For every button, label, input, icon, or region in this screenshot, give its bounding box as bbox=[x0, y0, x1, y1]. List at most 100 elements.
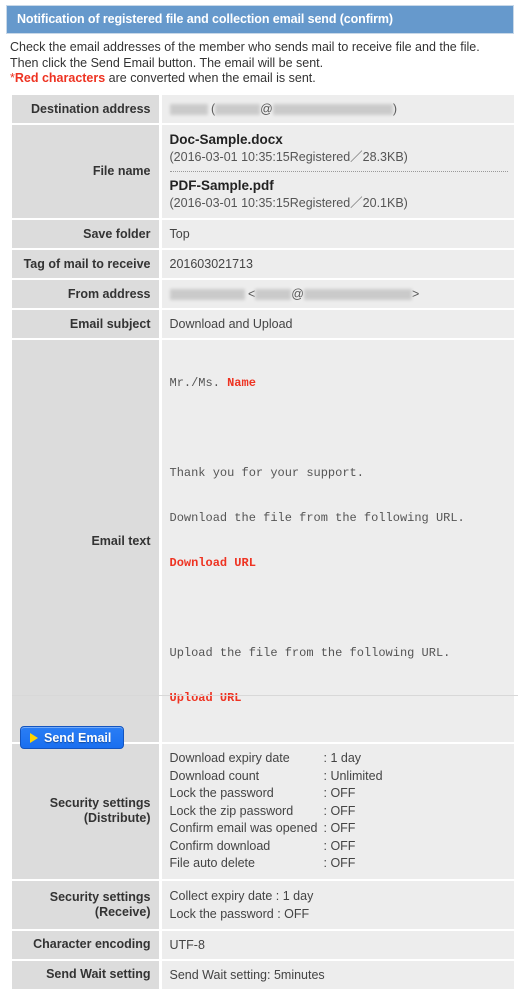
intro-line-3: *Red characters are converted when the e… bbox=[10, 71, 530, 87]
send-email-button[interactable]: Send Email bbox=[20, 726, 125, 749]
table-row-destination-address: Destination address (@) bbox=[12, 95, 514, 124]
security-setting-item: Download count : Unlimited bbox=[170, 768, 383, 786]
value-tag-of-mail: 201603021713 bbox=[160, 249, 514, 279]
file-entry: Doc-Sample.docx (2016-03-01 10:35:15Regi… bbox=[170, 131, 509, 166]
value-send-wait-setting: Send Wait setting: 5minutes bbox=[160, 959, 514, 990]
email-salutation-line: Mr./Ms. Name bbox=[170, 376, 509, 391]
label-security-distribute: Security settings (Distribute) bbox=[12, 743, 162, 880]
label-email-text: Email text bbox=[12, 339, 162, 743]
table-row-tag-of-mail: Tag of mail to receive 201603021713 bbox=[12, 249, 514, 279]
label-tag-of-mail: Tag of mail to receive bbox=[12, 249, 162, 279]
table-row-file-name: File name Doc-Sample.docx (2016-03-01 10… bbox=[12, 124, 514, 219]
security-setting-value: : OFF bbox=[323, 821, 356, 835]
intro-line-2: Then click the Send Email button. The em… bbox=[10, 55, 324, 70]
redacted-recipient-name bbox=[169, 104, 208, 115]
table-row-character-encoding: Character encoding UTF-8 bbox=[12, 929, 514, 960]
file-meta-text: (2016-03-01 10:35:15Registered／20.1KB) bbox=[169, 196, 408, 210]
label-file-name: File name bbox=[12, 124, 162, 219]
from-at-sign: @ bbox=[291, 287, 304, 301]
security-setting-value: : OFF bbox=[323, 786, 356, 800]
value-email-subject: Download and Upload bbox=[160, 309, 514, 339]
security-setting-value: : Unlimited bbox=[323, 768, 383, 783]
email-paragraph1-line2: Download the file from the following URL… bbox=[169, 511, 465, 525]
send-email-button-label: Send Email bbox=[44, 730, 112, 745]
label-security-receive-line2: (Receive) bbox=[94, 904, 151, 919]
value-file-name: Doc-Sample.docx (2016-03-01 10:35:15Regi… bbox=[160, 124, 514, 219]
redacted-sender-name bbox=[169, 289, 245, 300]
redacted-email-local bbox=[215, 104, 261, 115]
security-setting-item: File auto delete : OFF bbox=[170, 855, 383, 873]
page-title: Notification of registered file and coll… bbox=[17, 12, 393, 26]
intro-line-1: Check the email addresses of the member … bbox=[10, 40, 480, 54]
email-paragraph1-line1: Thank you for your support. bbox=[169, 466, 364, 480]
label-security-receive-line1: Security settings bbox=[49, 889, 151, 904]
file-name-text: Doc-Sample.docx bbox=[169, 132, 283, 147]
red-characters-note: Red characters bbox=[14, 71, 106, 85]
security-setting-value: : OFF bbox=[323, 803, 356, 818]
label-email-subject: Email subject bbox=[12, 309, 162, 339]
security-setting-item: Lock the zip password : OFF bbox=[170, 803, 383, 821]
confirmation-detail-table: Destination address (@) File name Doc-Sa… bbox=[12, 95, 514, 991]
value-from-address: < @ > bbox=[160, 279, 514, 309]
security-setting-item: Confirm download : OFF bbox=[170, 838, 383, 856]
email-blank-line-2 bbox=[170, 601, 509, 616]
play-triangle-icon bbox=[30, 732, 38, 743]
placeholder-upload-url: Upload URL bbox=[169, 691, 242, 705]
table-row-email-subject: Email subject Download and Upload bbox=[12, 309, 514, 339]
intro-line-3-tail: are converted when the email is sent. bbox=[105, 71, 316, 85]
email-blank-line-1 bbox=[170, 421, 509, 436]
from-open-angle: < bbox=[247, 287, 256, 301]
content-divider bbox=[12, 695, 518, 696]
table-row-security-receive: Security settings (Receive) Collect expi… bbox=[12, 879, 514, 930]
security-setting-key: Confirm email was opened bbox=[169, 821, 318, 835]
placeholder-download-url: Download URL bbox=[169, 556, 256, 570]
file-entry: PDF-Sample.pdf (2016-03-01 10:35:15Regis… bbox=[170, 177, 509, 212]
label-destination-address: Destination address bbox=[12, 95, 162, 124]
table-row-send-wait-setting: Send Wait setting Send Wait setting: 5mi… bbox=[12, 959, 514, 990]
table-row-from-address: From address < @ > bbox=[12, 279, 514, 309]
destination-at-sign: @ bbox=[260, 102, 273, 116]
security-setting-key: Lock the password bbox=[169, 786, 274, 800]
security-setting-key: Download expiry date bbox=[169, 751, 290, 765]
email-body-preview: Mr./Ms. Name Thank you for your support.… bbox=[170, 346, 509, 736]
table-row-security-distribute: Security settings (Distribute) Download … bbox=[12, 743, 514, 880]
destination-close-paren: ) bbox=[392, 102, 398, 116]
from-close-angle: > bbox=[412, 287, 420, 301]
email-paragraph2-line1: Upload the file from the following URL. bbox=[169, 646, 451, 660]
label-security-distribute-line1: Security settings bbox=[49, 796, 151, 811]
security-setting-key: Download count bbox=[169, 768, 260, 783]
redacted-email-domain bbox=[272, 104, 393, 115]
label-security-distribute-line2: (Distribute) bbox=[83, 811, 151, 826]
file-meta-text: (2016-03-01 10:35:15Registered／28.3KB) bbox=[169, 150, 408, 164]
security-setting-value: : OFF bbox=[323, 856, 356, 870]
intro-text: Check the email addresses of the member … bbox=[10, 40, 530, 87]
table-row-save-folder: Save folder Top bbox=[12, 219, 514, 249]
file-name-text: PDF-Sample.pdf bbox=[169, 178, 274, 193]
security-setting-value: : OFF bbox=[323, 838, 356, 853]
security-setting-item: Download expiry date : 1 day bbox=[170, 750, 383, 768]
value-destination-address: (@) bbox=[160, 95, 514, 124]
security-setting-key: Lock the zip password bbox=[169, 803, 294, 818]
page-title-bar: Notification of registered file and coll… bbox=[6, 5, 514, 34]
label-send-wait-setting: Send Wait setting bbox=[12, 959, 162, 990]
email-salutation-prefix: Mr./Ms. bbox=[169, 376, 228, 390]
security-receive-item: Collect expiry date : 1 day bbox=[169, 888, 314, 903]
table-row-email-text: Email text Mr./Ms. Name Thank you for yo… bbox=[12, 339, 514, 743]
value-character-encoding: UTF-8 bbox=[160, 929, 514, 960]
security-setting-key: Confirm download bbox=[169, 838, 271, 853]
label-from-address: From address bbox=[12, 279, 162, 309]
placeholder-name: Name bbox=[227, 376, 256, 390]
security-receive-item: Lock the password : OFF bbox=[169, 906, 310, 921]
label-save-folder: Save folder bbox=[12, 219, 162, 249]
value-save-folder: Top bbox=[160, 219, 514, 249]
value-email-text: Mr./Ms. Name Thank you for your support.… bbox=[160, 339, 514, 743]
value-security-receive: Collect expiry date : 1 day Lock the pas… bbox=[160, 879, 514, 930]
security-setting-value: : 1 day bbox=[323, 751, 362, 765]
value-security-distribute: Download expiry date : 1 day Download co… bbox=[160, 743, 514, 880]
redacted-sender-local bbox=[255, 289, 292, 300]
security-setting-item: Lock the password : OFF bbox=[170, 785, 383, 803]
security-distribute-list: Download expiry date : 1 day Download co… bbox=[170, 750, 383, 873]
security-setting-item: Confirm email was opened : OFF bbox=[170, 820, 383, 838]
redacted-sender-domain bbox=[304, 289, 412, 300]
label-character-encoding: Character encoding bbox=[12, 929, 162, 960]
